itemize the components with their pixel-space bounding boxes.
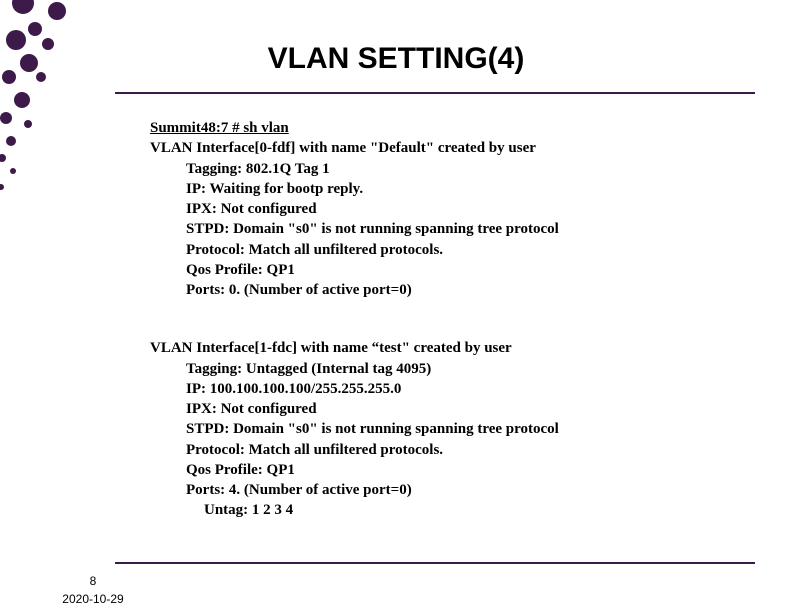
vlan-block-1: VLAN Interface[0-fdf] with name "Default… — [150, 138, 750, 300]
divider-bottom — [115, 562, 755, 564]
page-number: 8 — [58, 574, 128, 588]
vlan2-ports: Ports: 4. (Number of active port=0) — [150, 480, 750, 500]
vlan2-protocol: Protocol: Match all unfiltered protocols… — [150, 440, 750, 460]
footer: 8 2020-10-29 — [58, 574, 128, 606]
vlan2-ipx: IPX: Not configured — [150, 399, 750, 419]
page-title: VLAN SETTING(4) — [0, 42, 792, 76]
vlan1-header: VLAN Interface[0-fdf] with name "Default… — [150, 138, 750, 158]
vlan1-stpd: STPD: Domain "s0" is not running spannin… — [150, 219, 750, 239]
vlan2-untag: Untag: 1 2 3 4 — [150, 500, 750, 520]
page-date: 2020-10-29 — [58, 592, 128, 606]
command-line: Summit48:7 # sh vlan — [150, 118, 750, 138]
vlan1-qos: Qos Profile: QP1 — [150, 260, 750, 280]
vlan2-qos: Qos Profile: QP1 — [150, 460, 750, 480]
vlan1-protocol: Protocol: Match all unfiltered protocols… — [150, 240, 750, 260]
vlan2-stpd: STPD: Domain "s0" is not running spannin… — [150, 419, 750, 439]
vlan2-ip: IP: 100.100.100.100/255.255.255.0 — [150, 379, 750, 399]
vlan1-ports: Ports: 0. (Number of active port=0) — [150, 280, 750, 300]
vlan1-ip: IP: Waiting for bootp reply. — [150, 179, 750, 199]
vlan1-ipx: IPX: Not configured — [150, 199, 750, 219]
decorative-dots — [0, 0, 100, 612]
vlan2-tagging: Tagging: Untagged (Internal tag 4095) — [150, 359, 750, 379]
divider-top — [115, 92, 755, 94]
vlan1-tagging: Tagging: 802.1Q Tag 1 — [150, 159, 750, 179]
vlan-block-2: VLAN Interface[1-fdc] with name “test" c… — [150, 338, 750, 520]
vlan2-header: VLAN Interface[1-fdc] with name “test" c… — [150, 338, 750, 358]
content-body: Summit48:7 # sh vlan VLAN Interface[0-fd… — [150, 118, 750, 521]
